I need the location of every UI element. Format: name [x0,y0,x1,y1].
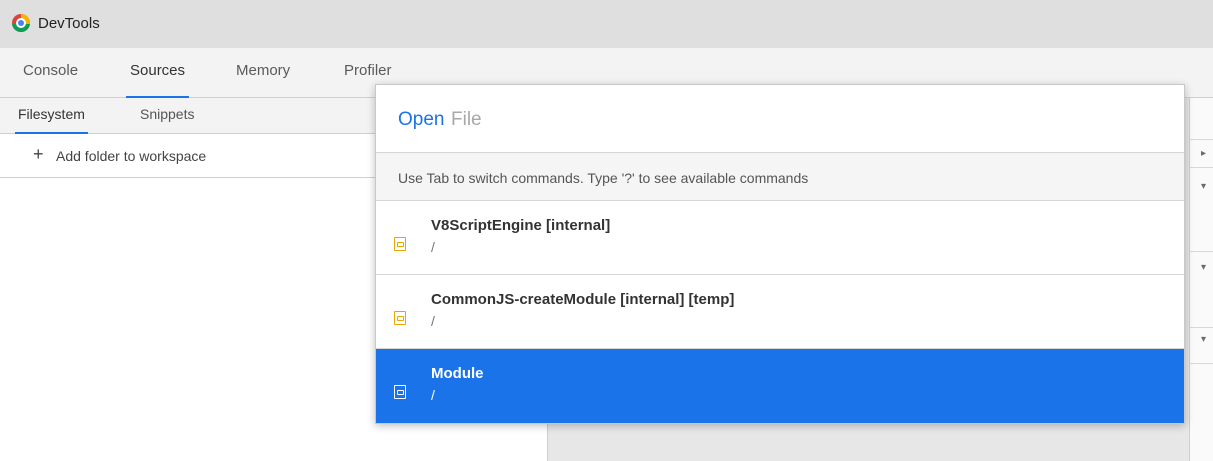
help-text: Use Tab to switch commands. Type '?' to … [398,170,809,186]
command-text: Open [398,109,445,130]
result-item[interactable]: CommonJS-createModule [internal] [temp] … [376,275,1184,349]
caret-down-icon[interactable]: ▾ [1201,334,1206,345]
sidebar-row[interactable]: ▾ [1190,168,1213,252]
tab-sources[interactable]: Sources [125,62,190,98]
tab-console[interactable]: Console [23,62,78,98]
add-folder-label: Add folder to workspace [56,148,207,164]
result-name: Module [431,365,484,382]
caret-down-icon[interactable]: ▾ [1201,262,1206,273]
caret-right-icon[interactable]: ▸ [1201,148,1206,159]
sidebar-row[interactable]: ▾ [1190,252,1213,328]
debugger-sidebar: ▸ ▾ ▾ ▾ [1189,98,1213,461]
chrome-logo-icon [12,14,30,32]
script-file-icon [394,237,406,251]
command-hint: Use Tab to switch commands. Type '?' to … [376,153,1184,201]
script-file-icon [394,311,406,325]
script-file-icon [394,385,406,399]
open-file-dialog: Open File Use Tab to switch commands. Ty… [375,84,1185,424]
result-item[interactable]: V8ScriptEngine [internal] / [376,201,1184,275]
result-name: V8ScriptEngine [internal] [431,217,611,234]
command-input[interactable]: Open File [376,85,1184,153]
command-placeholder: File [451,109,482,130]
sidebar-row[interactable]: ▾ [1190,328,1213,364]
tab-filesystem[interactable]: Filesystem [15,106,88,134]
plus-icon: + [33,144,44,164]
tab-memory[interactable]: Memory [236,62,290,98]
window-title: DevTools [38,15,100,32]
caret-down-icon[interactable]: ▾ [1201,181,1206,192]
result-path: / [431,313,435,329]
result-path: / [431,239,435,255]
sidebar-row [1190,98,1213,140]
sidebar-row[interactable]: ▸ [1190,140,1213,168]
tab-snippets[interactable]: Snippets [140,106,194,134]
result-path: / [431,387,435,403]
result-item-selected[interactable]: Module / [376,349,1184,423]
window-titlebar: DevTools [0,0,1213,48]
result-name: CommonJS-createModule [internal] [temp] [431,291,735,308]
